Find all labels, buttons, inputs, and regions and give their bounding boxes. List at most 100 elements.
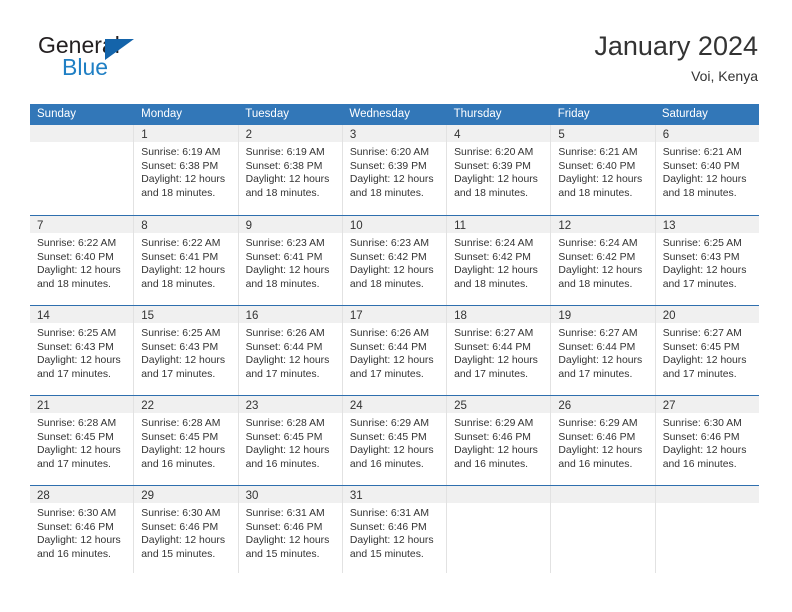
day-number-band: 11 <box>447 216 551 233</box>
sunrise-text: Sunrise: 6:26 AM <box>245 328 325 339</box>
calendar-week-row: 28 Sunrise: 6:30 AM Sunset: 6:46 PM Dayligh… <box>30 485 759 573</box>
calendar-day-cell[interactable]: 3 Sunrise: 6:20 AM Sunset: 6:39 PM Daylight… <box>342 125 448 215</box>
day-number: 28 <box>37 490 50 502</box>
sunset-text: Sunset: 6:45 PM <box>349 431 427 443</box>
day-number: 26 <box>558 400 572 412</box>
calendar-day-cell[interactable]: 16 Sunrise: 6:26 AM Sunset: 6:44 PM Dayligh… <box>238 306 343 395</box>
calendar-day-cell[interactable]: 8 Sunrise: 6:22 AM Sunset: 6:41 PM Daylight… <box>134 216 239 305</box>
day-sun-info: Sunrise: 6:26 AM Sunset: 6:44 PM Daylight:… <box>239 323 342 381</box>
day-sun-info: Sunrise: 6:26 AM Sunset: 6:44 PM Daylight:… <box>343 323 446 381</box>
calendar-day-cell[interactable]: 27 Sunrise: 6:30 AM Sunset: 6:46 PM Dayligh… <box>655 396 759 485</box>
daylight-text-line1: Daylight: 12 hours <box>141 445 226 456</box>
daylight-text-line2: and 18 minutes. <box>141 278 216 290</box>
daylight-text-line1: Daylight: 12 hours <box>349 535 434 546</box>
daylight-text-line1: Daylight: 12 hours <box>141 535 226 546</box>
day-number: 4 <box>454 129 461 141</box>
calendar-day-cell[interactable]: 13 Sunrise: 6:25 AM Sunset: 6:43 PM Dayligh… <box>655 216 759 305</box>
calendar-day-cell[interactable]: 2 Sunrise: 6:19 AM Sunset: 6:38 PM Daylight… <box>238 125 343 215</box>
sunrise-text: Sunrise: 6:31 AM <box>245 508 325 519</box>
sunrise-text: Sunrise: 6:22 AM <box>37 238 117 249</box>
calendar-day-cell[interactable]: 14 Sunrise: 6:25 AM Sunset: 6:43 PM Dayligh… <box>30 306 135 395</box>
calendar-day-cell[interactable]: 1 Sunrise: 6:19 AM Sunset: 6:38 PM Daylight… <box>134 125 239 215</box>
calendar-day-cell-empty <box>655 486 759 573</box>
daylight-text-line2: and 17 minutes. <box>245 368 320 380</box>
sunrise-text: Sunrise: 6:21 AM <box>558 147 638 158</box>
page-title: January 2024 <box>594 31 758 61</box>
calendar-day-cell[interactable]: 7 Sunrise: 6:22 AM Sunset: 6:40 PM Daylight… <box>30 216 135 305</box>
calendar-day-cell[interactable]: 10 Sunrise: 6:23 AM Sunset: 6:42 PM Dayligh… <box>342 216 448 305</box>
calendar-day-cell[interactable]: 5 Sunrise: 6:21 AM Sunset: 6:40 PM Daylight… <box>551 125 656 215</box>
day-number-band <box>30 125 134 142</box>
calendar-day-cell[interactable]: 6 Sunrise: 6:21 AM Sunset: 6:40 PM Daylight… <box>655 125 759 215</box>
day-sun-info: Sunrise: 6:25 AM Sunset: 6:43 PM Daylight:… <box>30 323 133 381</box>
daylight-text-line1: Daylight: 12 hours <box>245 535 330 546</box>
day-number-band: 18 <box>447 306 551 323</box>
brand-name-blue: Blue <box>62 54 109 80</box>
day-number: 13 <box>662 220 676 232</box>
daylight-text-line2: and 18 minutes. <box>349 187 424 199</box>
sunrise-text: Sunrise: 6:29 AM <box>454 418 534 429</box>
day-number-band: 4 <box>447 125 551 142</box>
calendar-day-cell[interactable]: 31 Sunrise: 6:31 AM Sunset: 6:46 PM Dayligh… <box>342 486 448 573</box>
daylight-text-line1: Daylight: 12 hours <box>37 355 121 366</box>
day-number-band: 24 <box>342 396 447 413</box>
day-sun-info: Sunrise: 6:25 AM Sunset: 6:43 PM Daylight:… <box>134 323 237 381</box>
day-number-band: 26 <box>551 396 655 413</box>
blue-triangle-logo-icon <box>105 39 134 60</box>
weekday-header-sunday: Sunday <box>37 108 77 120</box>
day-sun-info: Sunrise: 6:21 AM Sunset: 6:40 PM Daylight:… <box>656 142 759 200</box>
daylight-text-line2: and 18 minutes. <box>454 187 529 199</box>
calendar-day-cell[interactable]: 9 Sunrise: 6:23 AM Sunset: 6:41 PM Daylight… <box>238 216 343 305</box>
sunset-text: Sunset: 6:42 PM <box>558 251 636 263</box>
sunrise-text: Sunrise: 6:31 AM <box>349 508 429 519</box>
calendar-day-cell[interactable]: 19 Sunrise: 6:27 AM Sunset: 6:44 PM Dayligh… <box>551 306 656 395</box>
calendar-page: General Blue January 2024 Voi, Kenya Sun… <box>0 0 792 612</box>
calendar-day-cell[interactable]: 23 Sunrise: 6:28 AM Sunset: 6:45 PM Dayligh… <box>238 396 343 485</box>
daylight-text-line2: and 17 minutes. <box>662 368 737 380</box>
daylight-text-line2: and 18 minutes. <box>454 278 529 290</box>
day-sun-info: Sunrise: 6:19 AM Sunset: 6:38 PM Daylight:… <box>134 142 237 200</box>
calendar-day-cell[interactable]: 29 Sunrise: 6:30 AM Sunset: 6:46 PM Dayligh… <box>134 486 239 573</box>
calendar-day-cell[interactable]: 25 Sunrise: 6:29 AM Sunset: 6:46 PM Dayligh… <box>447 396 552 485</box>
daylight-text-line1: Daylight: 12 hours <box>245 445 330 456</box>
calendar-day-cell[interactable]: 20 Sunrise: 6:27 AM Sunset: 6:45 PM Dayligh… <box>655 306 759 395</box>
brand-logo[interactable]: General Blue <box>34 30 234 90</box>
calendar-day-cell[interactable]: 22 Sunrise: 6:28 AM Sunset: 6:45 PM Dayligh… <box>134 396 239 485</box>
daylight-text-line1: Daylight: 12 hours <box>662 265 747 276</box>
day-sun-info: Sunrise: 6:29 AM Sunset: 6:46 PM Daylight:… <box>447 413 550 471</box>
daylight-text-line2: and 16 minutes. <box>141 458 216 470</box>
calendar-week-row: 1 Sunrise: 6:19 AM Sunset: 6:38 PM Daylight… <box>30 125 759 215</box>
daylight-text-line1: Daylight: 12 hours <box>141 174 226 185</box>
calendar-day-cell[interactable]: 26 Sunrise: 6:29 AM Sunset: 6:46 PM Dayligh… <box>551 396 656 485</box>
calendar-day-cell[interactable]: 17 Sunrise: 6:26 AM Sunset: 6:44 PM Dayligh… <box>342 306 448 395</box>
daylight-text-line2: and 16 minutes. <box>245 458 320 470</box>
daylight-text-line1: Daylight: 12 hours <box>37 535 121 546</box>
daylight-text-line2: and 17 minutes. <box>662 278 737 290</box>
calendar-day-cell[interactable]: 18 Sunrise: 6:27 AM Sunset: 6:44 PM Dayligh… <box>447 306 552 395</box>
calendar-day-cell-empty <box>30 125 135 215</box>
calendar-day-cell[interactable]: 30 Sunrise: 6:31 AM Sunset: 6:46 PM Dayligh… <box>238 486 343 573</box>
calendar-day-cell[interactable]: 12 Sunrise: 6:24 AM Sunset: 6:42 PM Dayligh… <box>551 216 656 305</box>
sunset-text: Sunset: 6:46 PM <box>245 521 323 533</box>
daylight-text-line1: Daylight: 12 hours <box>37 445 121 456</box>
calendar-day-cell[interactable]: 24 Sunrise: 6:29 AM Sunset: 6:45 PM Dayligh… <box>342 396 448 485</box>
day-sun-info: Sunrise: 6:27 AM Sunset: 6:45 PM Daylight:… <box>656 323 759 381</box>
page-subtitle-location: Voi, Kenya <box>691 68 758 84</box>
sunrise-text: Sunrise: 6:20 AM <box>349 147 429 158</box>
calendar-day-cell[interactable]: 4 Sunrise: 6:20 AM Sunset: 6:39 PM Daylight… <box>447 125 552 215</box>
day-number-band: 21 <box>30 396 134 413</box>
day-number: 8 <box>141 220 148 232</box>
day-sun-info: Sunrise: 6:28 AM Sunset: 6:45 PM Daylight:… <box>239 413 342 471</box>
sunrise-text: Sunrise: 6:27 AM <box>454 328 534 339</box>
day-sun-info: Sunrise: 6:23 AM Sunset: 6:42 PM Daylight:… <box>343 233 446 291</box>
daylight-text-line1: Daylight: 12 hours <box>454 265 538 276</box>
calendar-day-cell[interactable]: 21 Sunrise: 6:28 AM Sunset: 6:45 PM Dayligh… <box>30 396 135 485</box>
calendar-day-cell[interactable]: 15 Sunrise: 6:25 AM Sunset: 6:43 PM Dayligh… <box>134 306 239 395</box>
day-number: 15 <box>141 310 155 322</box>
daylight-text-line2: and 17 minutes. <box>37 368 111 380</box>
day-sun-info: Sunrise: 6:27 AM Sunset: 6:44 PM Daylight:… <box>447 323 550 381</box>
calendar-weeks: 1 Sunrise: 6:19 AM Sunset: 6:38 PM Daylight… <box>30 125 759 573</box>
calendar-day-cell[interactable]: 11 Sunrise: 6:24 AM Sunset: 6:42 PM Dayligh… <box>447 216 552 305</box>
calendar-day-cell[interactable]: 28 Sunrise: 6:30 AM Sunset: 6:46 PM Dayligh… <box>30 486 135 573</box>
sunrise-text: Sunrise: 6:26 AM <box>349 328 429 339</box>
